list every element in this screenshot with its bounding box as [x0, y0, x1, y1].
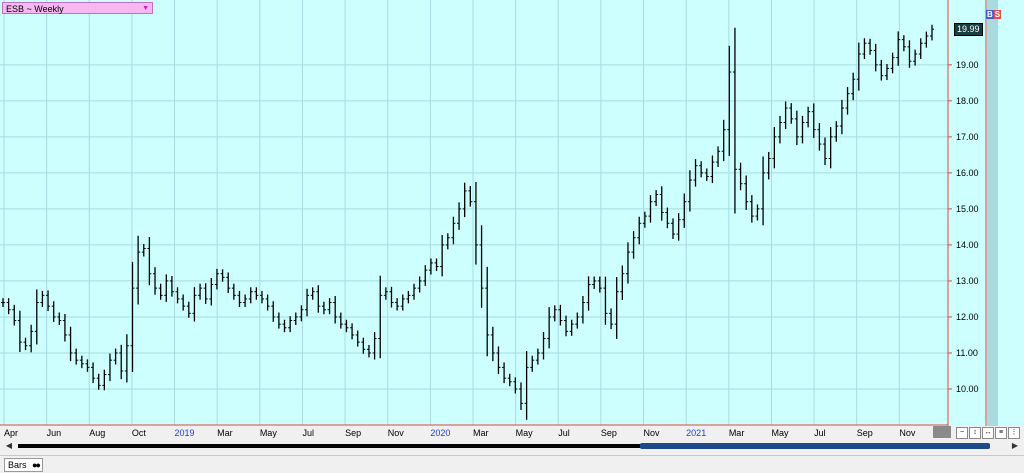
x-tick-label: Sep [601, 428, 617, 438]
horizontal-scrollbar[interactable]: ◀ ▶ [0, 440, 1024, 452]
y-tick-label: 18.00 [956, 96, 979, 106]
x-tick-label: May [260, 428, 278, 438]
bars-tab-label: Bars [8, 460, 27, 470]
x-tick-label: Nov [644, 428, 661, 438]
date-axis-labels: Apr Jun Aug Oct 2019 Mar May Jul Sep Nov 2020 Mar Ma… [4, 428, 916, 438]
y-tick-label: 17.00 [956, 132, 979, 142]
x-tick-label: May [516, 428, 534, 438]
symbol-selector[interactable]: ESB ~ Weekly ▼ [2, 2, 153, 14]
plot-area [0, 0, 948, 426]
last-price-tag: 19.99 [954, 23, 983, 37]
x-tick-label: Apr [4, 428, 18, 438]
y-tick-label: 11.00 [956, 348, 978, 358]
x-tick-label: 2020 [430, 428, 450, 438]
price-chart: 10.00 11.00 12.00 13.00 14.00 15.00 16.00 17.00… [0, 0, 1024, 438]
x-tick-label: Sep [345, 428, 361, 438]
y-tick-label: 14.00 [956, 240, 979, 250]
x-tick-label: Jul [814, 428, 826, 438]
s-marker: S [993, 10, 1002, 19]
x-tick-label: Mar [473, 428, 489, 438]
x-tick-label: 2019 [175, 428, 195, 438]
x-tick-label: Mar [217, 428, 233, 438]
bs-marker: BS [986, 10, 1002, 19]
y-tick-label: 13.00 [956, 276, 979, 286]
scroll-right-icon[interactable]: ▶ [1010, 441, 1020, 451]
status-bar: Bars ●● [0, 455, 1024, 473]
right-panel-bar [987, 0, 998, 426]
symbol-label: ESB ~ Weekly [6, 4, 64, 14]
x-tick-label: Nov [899, 428, 916, 438]
chart-type-button[interactable]: ≡ [995, 427, 1007, 439]
settings-button[interactable]: ⋮ [1008, 427, 1020, 439]
zoom-fit-button[interactable]: ↕ [969, 427, 981, 439]
link-icon: ●● [32, 460, 41, 470]
b-marker: B [986, 10, 994, 19]
x-tick-label: May [771, 428, 789, 438]
y-tick-label: 12.00 [956, 312, 979, 322]
zoom-out-button[interactable]: − [956, 427, 968, 439]
triangle-down-icon[interactable]: ▼ [142, 3, 149, 15]
x-tick-label: Nov [388, 428, 405, 438]
y-tick-label: 19.00 [956, 60, 979, 70]
scroll-thumb[interactable] [640, 443, 990, 449]
x-tick-label: Aug [89, 428, 105, 438]
x-tick-label: Jul [302, 428, 314, 438]
scroll-left-icon[interactable]: ◀ [4, 441, 14, 451]
bars-tab[interactable]: Bars ●● [4, 458, 43, 472]
scale-button[interactable]: ↔ [982, 427, 994, 439]
x-tick-label: Oct [132, 428, 147, 438]
x-tick-label: Mar [729, 428, 745, 438]
y-tick-label: 16.00 [956, 168, 979, 178]
x-tick-label: Jun [47, 428, 62, 438]
x-tick-label: Sep [857, 428, 873, 438]
x-tick-label: 2021 [686, 428, 706, 438]
y-tick-label: 15.00 [956, 204, 979, 214]
y-tick-label: 10.00 [956, 384, 979, 394]
corner-box [933, 426, 951, 438]
x-tick-label: Jul [558, 428, 570, 438]
